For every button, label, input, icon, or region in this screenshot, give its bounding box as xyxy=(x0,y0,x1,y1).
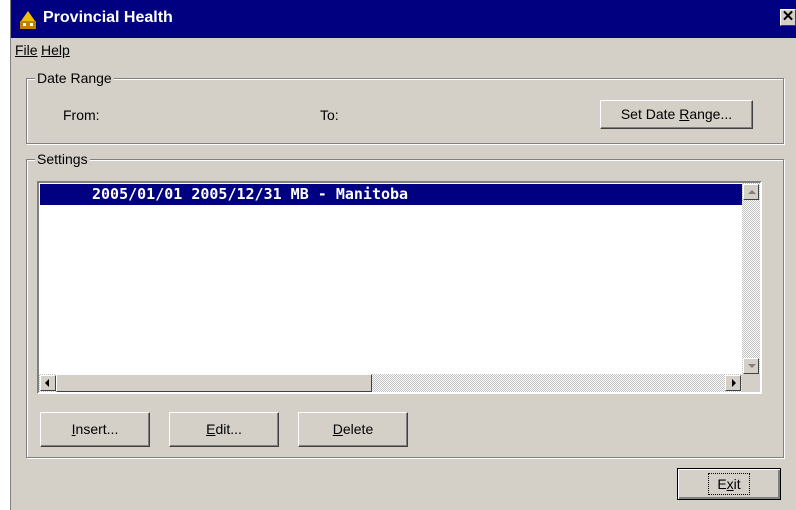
settings-label: Settings xyxy=(35,151,90,167)
exit-mnemonic: x xyxy=(726,476,734,492)
menu-help[interactable]: Help xyxy=(41,42,70,58)
set-date-range-pre: Set Date xyxy=(620,106,680,122)
app-window: Provincial Health ✕ File Help Date Range… xyxy=(10,0,796,510)
menu-bar: File Help xyxy=(11,38,796,62)
set-date-range-post: ange... xyxy=(689,106,733,122)
exit-pre: E xyxy=(717,476,727,492)
window-title: Provincial Health xyxy=(43,9,173,26)
arrow-down-icon xyxy=(748,364,756,368)
from-label: From: xyxy=(63,107,100,123)
scroll-right-button[interactable] xyxy=(725,375,741,391)
delete-label: elete xyxy=(342,421,374,437)
list-item-selected[interactable]: 2005/01/01 2005/12/31 MB - Manitoba xyxy=(40,184,757,205)
edit-button[interactable]: Edit... xyxy=(169,412,279,447)
exit-button[interactable]: Exit xyxy=(677,468,781,500)
settings-listbox[interactable]: 2005/01/01 2005/12/31 MB - Manitoba xyxy=(37,181,762,394)
menu-file[interactable]: File xyxy=(15,42,38,58)
delete-button[interactable]: Delete xyxy=(298,412,408,447)
app-icon xyxy=(20,11,36,29)
scroll-left-button[interactable] xyxy=(40,375,56,391)
close-button[interactable]: ✕ xyxy=(780,9,796,26)
scroll-up-button[interactable] xyxy=(743,184,759,200)
horizontal-scrollbar[interactable] xyxy=(39,374,742,392)
arrow-up-icon xyxy=(748,190,756,194)
title-bar[interactable]: Provincial Health ✕ xyxy=(11,0,796,38)
arrow-right-icon xyxy=(732,379,736,387)
exit-post: it xyxy=(733,476,741,492)
menu-help-label: Help xyxy=(41,42,70,58)
horizontal-scroll-thumb[interactable] xyxy=(56,374,372,392)
insert-label: nsert... xyxy=(75,421,119,437)
vertical-scrollbar[interactable] xyxy=(742,183,760,374)
delete-mnemonic: D xyxy=(332,421,343,437)
set-date-range-button[interactable]: Set Date Range... xyxy=(600,100,753,129)
arrow-left-icon xyxy=(45,379,49,387)
scroll-down-button[interactable] xyxy=(743,358,759,374)
list-item-text: 2005/01/01 2005/12/31 MB - Manitoba xyxy=(92,185,409,203)
date-range-label: Date Range xyxy=(35,70,114,86)
insert-button[interactable]: Insert... xyxy=(40,412,150,447)
set-date-range-mnemonic: R xyxy=(679,106,690,122)
to-label: To: xyxy=(320,107,339,123)
edit-label: dit... xyxy=(215,421,242,437)
exit-label: Exit xyxy=(708,473,750,495)
scroll-corner xyxy=(742,374,760,392)
menu-file-label: File xyxy=(15,42,38,58)
